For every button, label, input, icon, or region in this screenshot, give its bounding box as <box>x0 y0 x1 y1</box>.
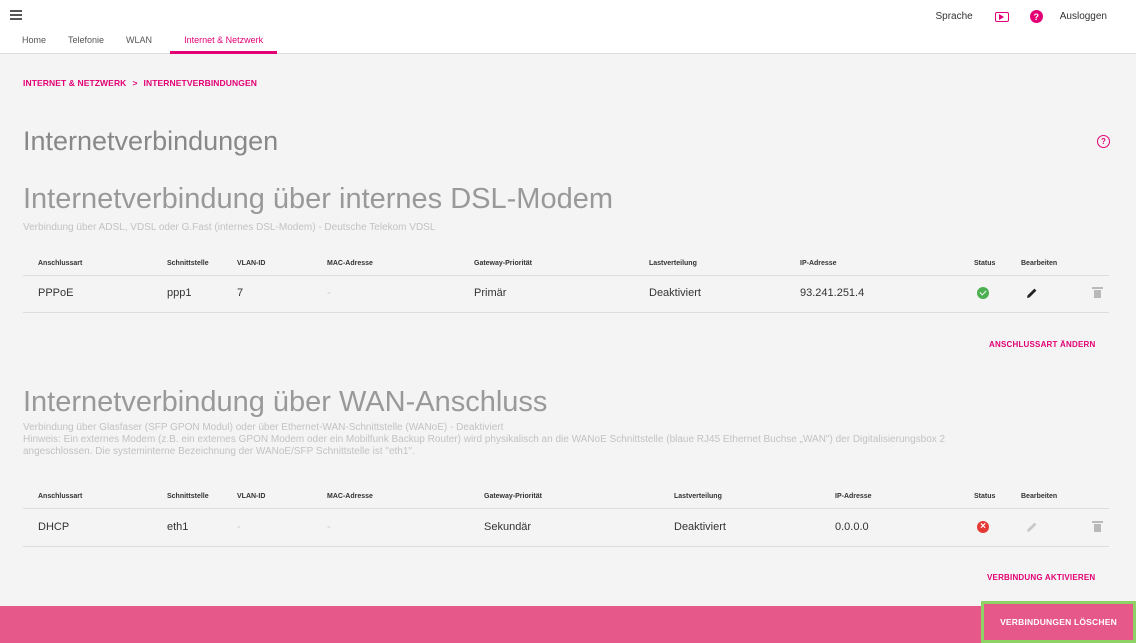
help-outline-icon[interactable]: ? <box>1097 135 1110 148</box>
cell-anschlussart: DHCP <box>38 521 70 533</box>
cell-vlan-id: 7 <box>237 287 244 299</box>
col-mac-adresse: MAC-Adresse <box>327 493 373 500</box>
col-ip-adresse: IP-Adresse <box>835 493 872 500</box>
tab-wlan[interactable]: WLAN <box>126 31 152 53</box>
cell-gateway-prioritaet: Sekundär <box>484 521 532 533</box>
trash-icon[interactable] <box>1092 287 1103 298</box>
col-anschlussart: Anschlussart <box>38 260 83 267</box>
col-gateway-prioritaet: Gateway-Priorität <box>484 493 542 500</box>
delete-connections-button[interactable]: VERBINDUNGEN LÖSCHEN <box>981 601 1136 643</box>
wan-table-row: DHCP eth1 - - Sekundär Deaktiviert 0.0.0… <box>23 510 1109 547</box>
col-status: Status <box>974 493 996 500</box>
pencil-icon[interactable] <box>1025 520 1039 534</box>
col-anschlussart: Anschlussart <box>38 493 83 500</box>
col-mac-adresse: MAC-Adresse <box>327 260 373 267</box>
breadcrumb-current: INTERNETVERBINDUNGEN <box>143 78 257 88</box>
cell-mac-adresse: - <box>327 521 331 533</box>
check-circle-icon <box>977 287 989 299</box>
tab-telefonie[interactable]: Telefonie <box>68 31 104 53</box>
col-vlan-id: VLAN-ID <box>237 493 266 500</box>
help-icon[interactable]: ? <box>1029 10 1043 23</box>
wan-table-header: Anschlussart Schnittstelle VLAN-ID MAC-A… <box>23 493 1109 507</box>
breadcrumb-separator: > <box>132 78 138 88</box>
cell-anschlussart: PPPoE <box>38 287 74 299</box>
col-vlan-id: VLAN-ID <box>237 260 266 267</box>
cell-gateway-prioritaet: Primär <box>474 287 507 299</box>
cell-schnittstelle: ppp1 <box>167 287 192 299</box>
dsl-table-header: Anschlussart Schnittstelle VLAN-ID MAC-A… <box>23 260 1109 274</box>
cell-ip-adresse: 0.0.0.0 <box>835 521 869 533</box>
main-nav: Home Telefonie WLAN Internet & Netzwerk <box>0 31 278 54</box>
logout-button[interactable]: Ausloggen <box>1060 11 1107 22</box>
breadcrumb: INTERNET & NETZWERK > INTERNETVERBINDUNGEN <box>23 78 257 88</box>
top-bar: Home Telefonie WLAN Internet & Netzwerk … <box>0 0 1136 54</box>
tab-home[interactable]: Home <box>22 31 46 53</box>
col-bearbeiten: Bearbeiten <box>1021 260 1058 267</box>
footer-bar <box>0 606 1136 643</box>
dsl-table-row: PPPoE ppp1 7 - Primär Deaktiviert 93.241… <box>23 276 1109 313</box>
col-bearbeiten: Bearbeiten <box>1021 493 1058 500</box>
dsl-description: Verbindung über ADSL, VDSL oder G.Fast (… <box>23 222 436 233</box>
breadcrumb-parent[interactable]: INTERNET & NETZWERK <box>23 78 126 88</box>
cell-lastverteilung: Deaktiviert <box>649 287 701 299</box>
wan-header-divider <box>23 508 1109 509</box>
wan-description-line1: Verbindung über Glasfaser (SFP GPON Modu… <box>23 422 504 433</box>
cell-schnittstelle: eth1 <box>167 521 189 533</box>
col-schnittstelle: Schnittstelle <box>167 493 209 500</box>
col-lastverteilung: Lastverteilung <box>649 260 697 267</box>
col-gateway-prioritaet: Gateway-Priorität <box>474 260 532 267</box>
activate-connection-button[interactable]: VERBINDUNG AKTIVIEREN <box>987 573 1095 582</box>
page-title: Internetverbindungen <box>23 126 279 156</box>
wan-description-line3: angeschlossen. Die systeminterne Bezeich… <box>23 446 415 457</box>
language-button[interactable]: Sprache <box>935 11 972 22</box>
dsl-section-title: Internetverbindung über internes DSL-Mod… <box>23 183 613 215</box>
pencil-icon[interactable] <box>1025 286 1039 300</box>
menu-icon[interactable] <box>10 10 22 20</box>
cell-lastverteilung: Deaktiviert <box>674 521 726 533</box>
col-status: Status <box>974 260 996 267</box>
col-lastverteilung: Lastverteilung <box>674 493 722 500</box>
wan-section-title: Internetverbindung über WAN-Anschluss <box>23 386 548 418</box>
change-connection-type-button[interactable]: ANSCHLUSSART ÄNDERN <box>989 340 1095 349</box>
cell-vlan-id: - <box>237 521 241 533</box>
play-icon[interactable] <box>994 11 1009 22</box>
col-schnittstelle: Schnittstelle <box>167 260 209 267</box>
error-circle-icon: × <box>977 521 989 533</box>
cell-ip-adresse: 93.241.251.4 <box>800 287 865 299</box>
top-right-actions: Sprache ? Ausloggen <box>935 10 1136 23</box>
col-ip-adresse: IP-Adresse <box>800 260 837 267</box>
wan-description-line2: Hinweis: Ein externes Modem (z.B. ein ex… <box>23 434 946 445</box>
tab-internet-netzwerk[interactable]: Internet & Netzwerk <box>170 31 278 54</box>
cell-mac-adresse: - <box>327 287 331 299</box>
trash-icon[interactable] <box>1092 521 1103 532</box>
